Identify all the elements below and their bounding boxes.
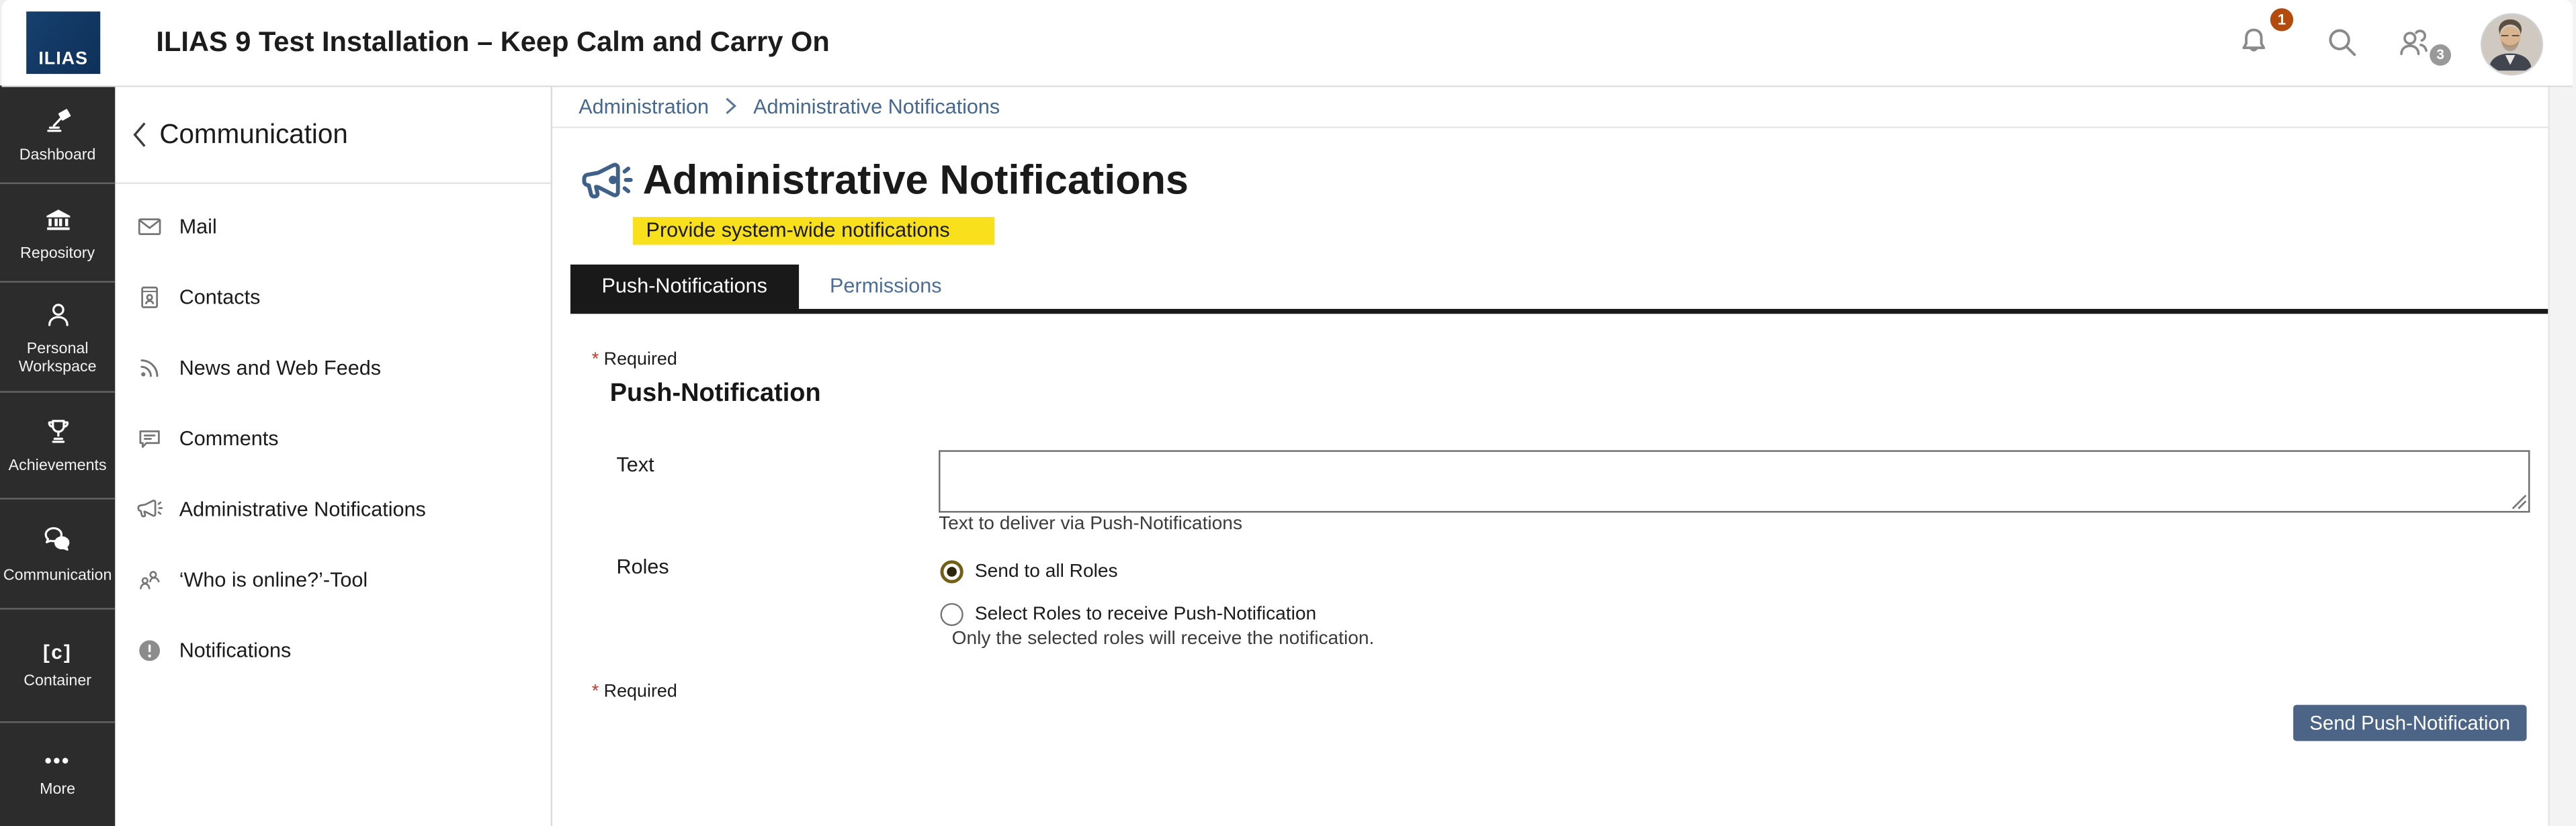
required-note-bottom: * Required xyxy=(592,682,677,701)
sidebar-item-label: Communication xyxy=(0,567,115,586)
site-title: ILIAS 9 Test Installation – Keep Calm an… xyxy=(156,0,829,85)
panel-item-comments[interactable]: Comments xyxy=(115,402,550,473)
bank-icon xyxy=(40,201,75,236)
breadcrumb-link-administration[interactable]: Administration xyxy=(578,85,709,128)
container-brackets-icon: [c] xyxy=(43,641,72,663)
text-field-label: Text xyxy=(617,453,654,476)
ellipsis-icon: ••• xyxy=(45,749,71,772)
panel-item-label: ‘Who is online?’-Tool xyxy=(179,567,368,590)
notification-center-button[interactable] xyxy=(2234,23,2274,62)
panel-item-news-feeds[interactable]: News and Web Feeds xyxy=(115,332,550,402)
panel-item-list: Mail Contacts xyxy=(115,191,550,685)
ilias-logo[interactable]: ILIAS xyxy=(26,11,100,74)
panel-item-contacts[interactable]: Contacts xyxy=(115,261,550,332)
panel-title: Communication xyxy=(159,120,347,151)
sidebar-item-communication[interactable]: Communication xyxy=(0,500,115,610)
sidebar-item-label: Container xyxy=(20,672,95,690)
contacts-users-icon xyxy=(2393,23,2433,62)
sidebar-item-achievements[interactable]: Achievements xyxy=(0,393,115,500)
panel-item-label: Comments xyxy=(179,426,279,449)
scroll-gutter xyxy=(2548,0,2576,826)
breadcrumb: Administration Administrative Notificati… xyxy=(552,85,2548,128)
radio-button-icon xyxy=(941,560,963,583)
panel-item-label: Mail xyxy=(179,214,217,237)
chat-bubbles-icon xyxy=(40,522,76,559)
breadcrumb-link-administrative-notifications[interactable]: Administrative Notifications xyxy=(753,85,1000,128)
contacts-badge: 3 xyxy=(2430,44,2451,66)
two-users-icon xyxy=(135,564,165,594)
radio-button-icon xyxy=(941,603,963,626)
required-asterisk: * xyxy=(592,350,599,369)
send-push-notification-button[interactable]: Send Push-Notification xyxy=(2293,705,2527,741)
form-section-title: Push-Notification xyxy=(610,379,821,409)
chevron-left-icon xyxy=(132,122,148,148)
sidebar-item-label: Dashboard xyxy=(16,146,99,165)
sidebar-item-dashboard[interactable]: Dashboard xyxy=(0,85,115,184)
tab-bar: Push-Notifications Permissions xyxy=(570,265,2548,314)
search-icon xyxy=(2323,23,2362,62)
page-megaphone-icon xyxy=(577,153,636,212)
text-field-wrapper xyxy=(939,450,2530,512)
sidebar-item-more[interactable]: ••• More xyxy=(0,723,115,825)
communication-panel: Communication Mail xyxy=(115,85,552,826)
main-content: Administration Administrative Notificati… xyxy=(552,85,2548,826)
panel-item-who-is-online[interactable]: ‘Who is online?’-Tool xyxy=(115,544,550,614)
sidebar-item-label: Achievements xyxy=(5,457,110,476)
radio-label: Send to all Roles xyxy=(975,562,1118,582)
sidebar-item-label: Repository xyxy=(17,244,98,263)
contact-card-icon xyxy=(135,282,165,312)
sidebar-item-container[interactable]: [c] Container xyxy=(0,610,115,723)
panel-item-mail[interactable]: Mail xyxy=(115,191,550,261)
awareness-contacts-button[interactable] xyxy=(2393,23,2433,62)
chevron-right-icon xyxy=(725,97,736,115)
user-avatar[interactable] xyxy=(2481,13,2543,76)
required-label: Required xyxy=(604,682,677,701)
desk-lamp-icon xyxy=(40,103,75,138)
trophy-icon xyxy=(40,414,75,449)
required-asterisk: * xyxy=(592,682,599,701)
notification-badge: 1 xyxy=(2270,8,2293,31)
panel-item-label: Contacts xyxy=(179,285,261,308)
megaphone-icon xyxy=(135,494,165,523)
search-button[interactable] xyxy=(2323,23,2362,62)
panel-item-label: Administrative Notifications xyxy=(179,497,426,520)
sidebar-item-personal-workspace[interactable]: Personal Workspace xyxy=(0,283,115,393)
rss-icon xyxy=(135,353,165,382)
push-text-input[interactable] xyxy=(939,450,2530,512)
panel-item-label: News and Web Feeds xyxy=(179,356,381,379)
tab-permissions[interactable]: Permissions xyxy=(798,265,973,309)
required-note-top: * Required xyxy=(592,350,677,369)
radio-select-roles[interactable]: Select Roles to receive Push-Notificatio… xyxy=(941,603,1317,626)
required-label: Required xyxy=(604,350,677,369)
roles-byline: Only the selected roles will receive the… xyxy=(952,629,1375,649)
page-subtitle-highlight: Provide system-wide notifications xyxy=(633,217,994,245)
roles-field-label: Roles xyxy=(617,555,669,578)
panel-header: Communication xyxy=(115,85,550,184)
avatar-photo xyxy=(2483,15,2538,71)
person-icon xyxy=(40,297,75,331)
radio-label: Select Roles to receive Push-Notificatio… xyxy=(975,604,1316,624)
page-title: Administrative Notifications xyxy=(643,151,1189,210)
top-bar: ILIAS ILIAS 9 Test Installation – Keep C… xyxy=(1,0,2573,87)
sidebar-item-label: Personal Workspace xyxy=(0,340,115,377)
ilias-application-window: ILIAS ILIAS 9 Test Installation – Keep C… xyxy=(0,0,2576,826)
tab-underline xyxy=(570,309,2548,314)
envelope-icon xyxy=(135,211,165,240)
comment-bubble-icon xyxy=(135,423,165,453)
sidebar-item-label: More xyxy=(36,780,79,799)
main-sidebar-rail: Dashboard Repository xyxy=(0,85,115,826)
panel-item-label: Notifications xyxy=(179,639,292,661)
back-button[interactable] xyxy=(132,122,155,148)
bell-icon xyxy=(2234,23,2274,62)
radio-send-to-all-roles[interactable]: Send to all Roles xyxy=(941,560,1118,583)
sidebar-item-repository[interactable]: Repository xyxy=(0,184,115,283)
text-field-byline: Text to deliver via Push-Notifications xyxy=(939,514,1242,534)
panel-item-administrative-notifications[interactable]: Administrative Notifications xyxy=(115,473,550,544)
ilias-logo-text: ILIAS xyxy=(38,49,88,74)
alert-circle-icon xyxy=(135,635,165,665)
panel-item-notifications[interactable]: Notifications xyxy=(115,614,550,685)
tab-push-notifications[interactable]: Push-Notifications xyxy=(570,265,798,309)
